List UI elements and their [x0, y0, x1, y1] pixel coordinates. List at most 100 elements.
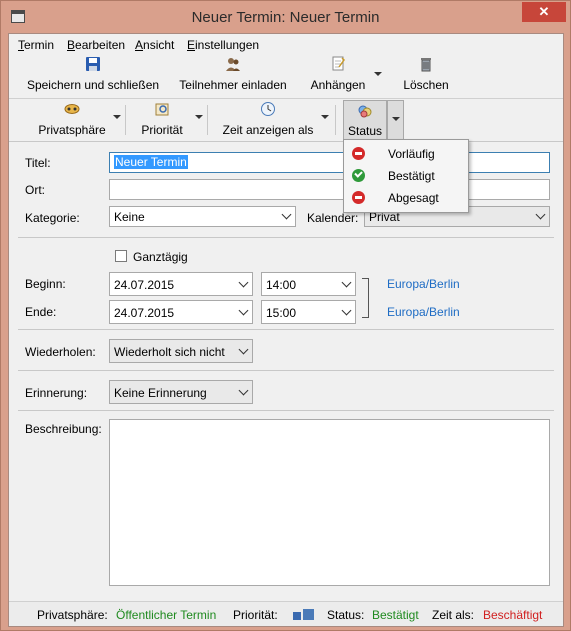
toolbar-separator: [335, 105, 336, 135]
start-time-value: 14:00: [266, 278, 297, 292]
chevron-down-icon: [238, 305, 249, 316]
status-button[interactable]: Status: [343, 100, 387, 140]
start-label: Beginn:: [25, 277, 66, 291]
status-bar: Privatsphäre: Öffentlicher Termin Priori…: [9, 601, 563, 626]
status-option-cancelled[interactable]: Abgesagt: [344, 187, 468, 209]
priority-indicator-icon: [303, 609, 314, 620]
chevron-down-icon: [535, 209, 546, 220]
reminder-select[interactable]: Keine Erinnerung: [109, 380, 253, 404]
start-time-picker[interactable]: 14:00: [261, 272, 356, 296]
statusbar-time-as-value: Beschäftigt: [483, 608, 543, 622]
invite-attendees-label: Teilnehmer einladen: [179, 78, 287, 92]
reminder-label: Erinnerung:: [25, 386, 88, 400]
menu-einstellungen-rest: instellungen: [195, 38, 260, 52]
location-input[interactable]: [109, 179, 550, 200]
status-option-tentative[interactable]: Vorläufig: [344, 143, 468, 165]
window-title: Neuer Termin: Neuer Termin: [191, 9, 380, 26]
statusbar-status-value: Bestätigt: [372, 608, 419, 622]
toolbar-separator: [207, 105, 208, 135]
menu-termin-rest: ermin: [24, 38, 55, 52]
status-dropdown-button[interactable]: [387, 100, 404, 140]
attach-button[interactable]: Anhängen: [307, 56, 369, 96]
link-chain-icon[interactable]: [362, 278, 369, 318]
separator: [18, 410, 554, 411]
red-minus-icon: [352, 147, 365, 160]
title-value: Neuer Termin: [114, 155, 188, 169]
menu-bearbeiten[interactable]: Bearbeiten: [67, 38, 125, 52]
attachment-icon: [332, 56, 345, 71]
title-bar[interactable]: Neuer Termin: Neuer Termin ✕: [1, 1, 570, 33]
start-date-picker[interactable]: 24.07.2015: [109, 272, 253, 296]
privacy-button[interactable]: Privatsphäre: [35, 101, 109, 139]
attach-dropdown-icon[interactable]: [374, 72, 382, 76]
trash-icon: [421, 58, 431, 72]
description-textarea[interactable]: [109, 419, 550, 586]
chevron-down-icon: [238, 344, 249, 355]
floppy-disk-icon: [86, 57, 100, 71]
location-label: Ort:: [25, 183, 45, 197]
status-option-label: Bestätigt: [388, 169, 435, 183]
people-icon: [226, 58, 240, 71]
delete-label: Löschen: [403, 78, 449, 92]
menu-bearbeiten-rest: earbeiten: [75, 38, 126, 52]
green-check-icon: [352, 169, 365, 182]
end-date-picker[interactable]: 24.07.2015: [109, 300, 253, 324]
privacy-dropdown-icon[interactable]: [113, 115, 121, 119]
status-option-confirmed[interactable]: Bestätigt: [344, 165, 468, 187]
status-option-label: Vorläufig: [388, 147, 435, 161]
calendar-label: Kalender:: [307, 211, 359, 225]
mask-icon: [64, 104, 80, 114]
separator: [18, 329, 554, 330]
category-label: Kategorie:: [25, 211, 80, 225]
menu-termin[interactable]: Termin: [18, 38, 54, 52]
end-label: Ende:: [25, 305, 57, 319]
save-close-button[interactable]: Speichern und schließen: [25, 56, 161, 96]
statusbar-privacy-label: Privatsphäre:: [37, 608, 108, 622]
show-time-as-dropdown-icon[interactable]: [321, 115, 329, 119]
priority-dropdown-icon[interactable]: [195, 115, 203, 119]
category-select[interactable]: Keine: [109, 206, 296, 227]
title-label: Titel:: [25, 156, 51, 170]
priority-button[interactable]: Priorität: [133, 101, 191, 139]
chevron-down-icon: [281, 209, 292, 220]
attach-label: Anhängen: [310, 78, 366, 92]
separator: [18, 237, 554, 238]
save-close-label: Speichern und schließen: [26, 78, 160, 92]
status-option-label: Abgesagt: [388, 191, 439, 205]
delete-button[interactable]: Löschen: [399, 56, 453, 96]
statusbar-privacy-value: Öffentlicher Termin: [116, 608, 217, 622]
repeat-select[interactable]: Wiederholt sich nicht: [109, 339, 253, 363]
category-value: Keine: [114, 210, 145, 224]
status-balloons-icon: [358, 105, 372, 118]
close-button[interactable]: ✕: [522, 2, 566, 22]
show-time-as-button[interactable]: Zeit anzeigen als: [219, 101, 317, 139]
reminder-value: Keine Erinnerung: [114, 386, 207, 400]
chevron-down-icon: [341, 305, 352, 316]
privacy-label: Privatsphäre: [38, 123, 106, 137]
priority-label: Priorität: [141, 123, 183, 137]
end-timezone-link[interactable]: Europa/Berlin: [387, 305, 460, 319]
start-timezone-link[interactable]: Europa/Berlin: [387, 277, 460, 291]
menu-bar: Termin Bearbeiten Ansicht Einstellungen: [9, 34, 563, 54]
status-label: Status: [347, 124, 383, 138]
statusbar-status-label: Status:: [327, 608, 365, 622]
allday-checkbox[interactable]: [115, 250, 127, 262]
invite-attendees-button[interactable]: Teilnehmer einladen: [177, 56, 289, 96]
status-dropdown-icon: [392, 117, 400, 121]
status-popup-menu: Vorläufig Bestätigt Abgesagt: [343, 139, 469, 213]
show-time-as-label: Zeit anzeigen als: [222, 123, 314, 137]
description-label: Beschreibung:: [25, 422, 102, 436]
chevron-down-icon: [341, 277, 352, 288]
statusbar-priority-label: Priorität:: [233, 608, 278, 622]
priority-icon: [155, 103, 169, 116]
repeat-label: Wiederholen:: [25, 345, 96, 359]
options-toolbar: Privatsphäre Priorität Zeit anzeigen als…: [9, 99, 563, 142]
menu-ansicht[interactable]: Ansicht: [135, 38, 174, 52]
start-date-value: 24.07.2015: [114, 278, 175, 292]
menu-einstellungen[interactable]: Einstellungen: [187, 38, 259, 52]
appointment-window: Neuer Termin: Neuer Termin ✕ Termin Bear…: [0, 0, 571, 631]
dialog-client: Termin Bearbeiten Ansicht Einstellungen …: [8, 33, 564, 627]
title-input[interactable]: Neuer Termin: [109, 152, 550, 173]
main-toolbar: Speichern und schließen Teilnehmer einla…: [9, 54, 563, 99]
end-time-picker[interactable]: 15:00: [261, 300, 356, 324]
